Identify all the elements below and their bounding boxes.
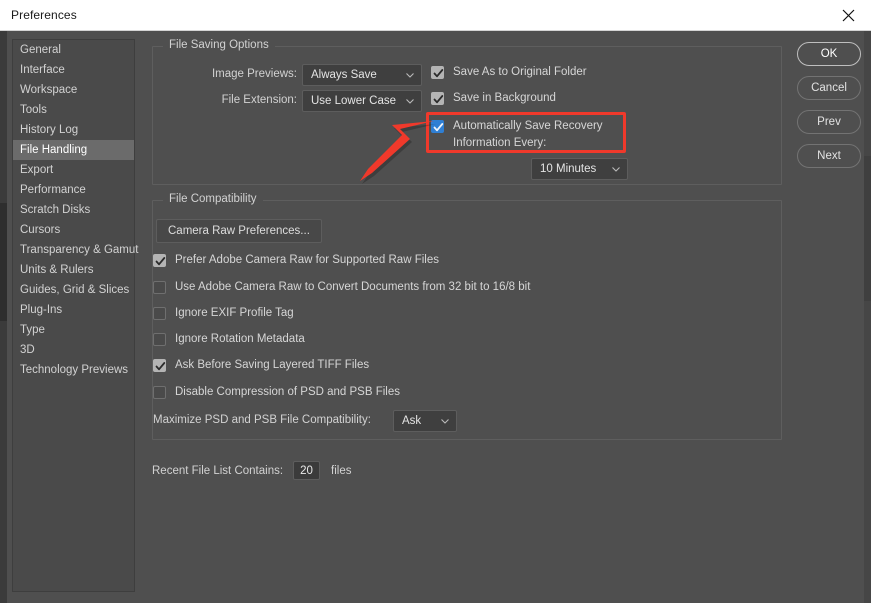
preferences-category-list[interactable]: General Interface Workspace Tools Histor… xyxy=(12,39,138,592)
sidebar-item-export[interactable]: Export xyxy=(13,160,134,180)
save-in-background-label: Save in Background xyxy=(453,92,556,104)
autosave-recovery-label-line1: Automatically Save Recovery xyxy=(453,120,603,132)
checkbox-checked-icon[interactable] xyxy=(153,254,166,267)
sidebar-item-type[interactable]: Type xyxy=(13,320,134,340)
prefer-camera-raw-label: Prefer Adobe Camera Raw for Supported Ra… xyxy=(175,254,439,266)
autosave-recovery-checkbox-row[interactable]: Automatically Save Recovery Information … xyxy=(431,118,603,152)
use-camera-raw-convert-checkbox-row[interactable]: Use Adobe Camera Raw to Convert Document… xyxy=(153,279,530,296)
autosave-interval-select[interactable]: 10 Minutes xyxy=(531,158,628,180)
camera-raw-preferences-button[interactable]: Camera Raw Preferences... xyxy=(156,219,322,243)
sidebar-item-interface[interactable]: Interface xyxy=(13,60,134,80)
recent-file-list-input[interactable] xyxy=(293,461,321,480)
save-as-original-folder-checkbox-row[interactable]: Save As to Original Folder xyxy=(431,64,587,81)
sidebar-item-scratch-disks[interactable]: Scratch Disks xyxy=(13,200,134,220)
chevron-down-icon xyxy=(441,419,449,424)
chevron-down-icon xyxy=(406,73,414,78)
ignore-exif-profile-label: Ignore EXIF Profile Tag xyxy=(175,307,294,319)
checkbox-unchecked-icon[interactable] xyxy=(153,333,166,346)
dialog-buttons: OK Cancel Prev Next xyxy=(797,42,861,178)
window-right-edge xyxy=(864,31,871,603)
ask-before-saving-tiff-checkbox-row[interactable]: Ask Before Saving Layered TIFF Files xyxy=(153,357,369,374)
sidebar-item-technology-previews[interactable]: Technology Previews xyxy=(13,360,134,380)
ignore-rotation-metadata-label: Ignore Rotation Metadata xyxy=(175,333,305,345)
save-in-background-checkbox-row[interactable]: Save in Background xyxy=(431,90,556,107)
maximize-compatibility-select[interactable]: Ask xyxy=(393,410,457,432)
preferences-dialog: Preferences General Interface Workspace … xyxy=(0,0,871,603)
maximize-compatibility-label: Maximize PSD and PSB File Compatibility: xyxy=(153,414,371,426)
sidebar-item-general[interactable]: General xyxy=(13,40,134,60)
prev-button[interactable]: Prev xyxy=(797,110,861,134)
ok-button[interactable]: OK xyxy=(797,42,861,66)
image-previews-label: Image Previews: xyxy=(211,68,297,80)
checkbox-unchecked-icon[interactable] xyxy=(153,281,166,294)
recent-file-list-row: Recent File List Contains: files xyxy=(152,461,352,480)
autosave-recovery-label: Automatically Save Recovery Information … xyxy=(453,118,603,152)
file-extension-select[interactable]: Use Lower Case xyxy=(302,90,422,112)
sidebar-item-workspace[interactable]: Workspace xyxy=(13,80,134,100)
recent-file-list-suffix: files xyxy=(331,464,352,477)
checkbox-checked-icon[interactable] xyxy=(153,359,166,372)
file-saving-options-title: File Saving Options xyxy=(163,39,275,51)
autosave-interval-value: 10 Minutes xyxy=(540,163,597,175)
checkbox-unchecked-icon[interactable] xyxy=(153,307,166,320)
chevron-down-icon xyxy=(612,167,620,172)
sidebar-item-cursors[interactable]: Cursors xyxy=(13,220,134,240)
ignore-exif-profile-checkbox-row[interactable]: Ignore EXIF Profile Tag xyxy=(153,305,294,322)
file-compatibility-title: File Compatibility xyxy=(163,193,263,205)
ask-before-saving-tiff-label: Ask Before Saving Layered TIFF Files xyxy=(175,359,370,371)
recent-file-list-label: Recent File List Contains: xyxy=(152,464,284,477)
autosave-recovery-label-line2: Information Every: xyxy=(453,137,547,149)
ignore-rotation-metadata-checkbox-row[interactable]: Ignore Rotation Metadata xyxy=(153,331,305,348)
save-as-original-folder-label: Save As to Original Folder xyxy=(453,66,587,78)
checkbox-unchecked-icon[interactable] xyxy=(153,386,166,399)
maximize-compatibility-value: Ask xyxy=(402,415,422,427)
file-extension-label: File Extension: xyxy=(221,94,297,106)
next-button[interactable]: Next xyxy=(797,144,861,168)
chevron-down-icon xyxy=(406,99,414,104)
checkbox-checked-icon[interactable] xyxy=(431,92,444,105)
sidebar-item-transparency-gamut[interactable]: Transparency & Gamut xyxy=(13,240,138,260)
window-left-edge xyxy=(0,31,7,603)
window-edge-notch xyxy=(0,203,7,321)
sidebar-item-guides-grid-slices[interactable]: Guides, Grid & Slices xyxy=(13,280,134,300)
sidebar-item-performance[interactable]: Performance xyxy=(13,180,134,200)
sidebar-item-3d[interactable]: 3D xyxy=(13,340,134,360)
sidebar-item-file-handling[interactable]: File Handling xyxy=(13,140,134,160)
cancel-button[interactable]: Cancel xyxy=(797,76,861,100)
window-edge-notch-right xyxy=(864,156,871,301)
checkbox-checked-icon[interactable] xyxy=(431,120,444,133)
sidebar-item-history-log[interactable]: History Log xyxy=(13,120,134,140)
title-bar: Preferences xyxy=(0,0,871,31)
close-icon[interactable] xyxy=(825,0,871,30)
file-extension-value: Use Lower Case xyxy=(311,95,397,107)
image-previews-select[interactable]: Always Save xyxy=(302,64,422,86)
use-camera-raw-convert-label: Use Adobe Camera Raw to Convert Document… xyxy=(175,281,531,293)
image-previews-value: Always Save xyxy=(311,69,377,81)
disable-compression-label: Disable Compression of PSD and PSB Files xyxy=(175,386,400,398)
sidebar-item-tools[interactable]: Tools xyxy=(13,100,134,120)
sidebar-item-units-rulers[interactable]: Units & Rulers xyxy=(13,260,134,280)
window-title: Preferences xyxy=(11,8,77,22)
disable-compression-checkbox-row[interactable]: Disable Compression of PSD and PSB Files xyxy=(153,384,400,401)
checkbox-checked-icon[interactable] xyxy=(431,66,444,79)
sidebar-item-plug-ins[interactable]: Plug-Ins xyxy=(13,300,134,320)
prefer-camera-raw-checkbox-row[interactable]: Prefer Adobe Camera Raw for Supported Ra… xyxy=(153,252,439,269)
